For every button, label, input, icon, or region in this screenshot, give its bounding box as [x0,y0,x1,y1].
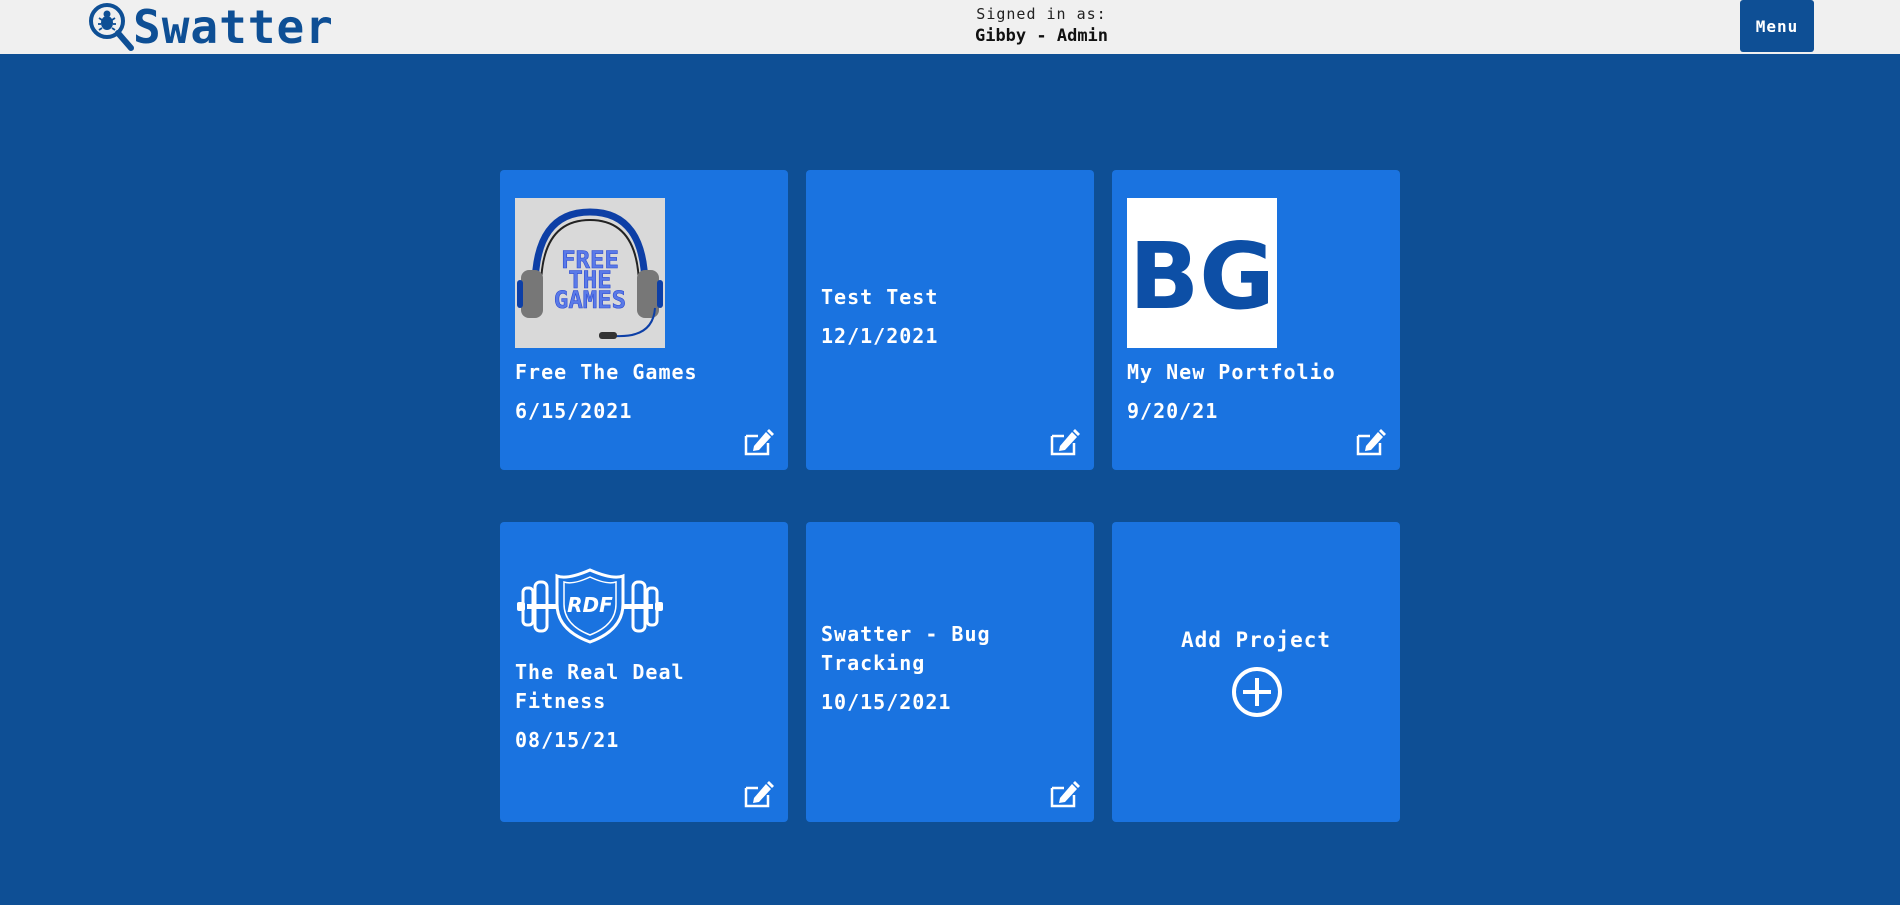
logo-lettering: GAMES [554,286,626,314]
add-project-label: Add Project [1180,628,1332,652]
logo-lettering: RDF [567,593,613,617]
project-date: 6/15/2021 [515,399,633,423]
project-date: 9/20/21 [1127,399,1219,423]
edit-icon[interactable] [1356,428,1386,456]
logo-lettering: BG [1129,223,1275,330]
project-card-free-the-games[interactable]: FREE THE GAMES Free The Games 6/15/2021 [500,170,788,470]
project-title: Test Test [821,285,939,309]
project-date: 10/15/2021 [821,690,952,714]
signed-in-label: Signed in as: [976,5,1107,23]
project-date: 12/1/2021 [821,324,939,348]
rdf-logo: RDF [517,568,663,644]
project-card-swatter-bug-tracking[interactable]: Swatter - Bug Tracking 10/15/2021 [806,522,1094,822]
project-card-test-test[interactable]: Test Test 12/1/2021 [806,170,1094,470]
project-title: Swatter - Bug Tracking [821,622,991,675]
plus-circle-icon[interactable] [1231,666,1283,718]
project-title: My New Portfolio [1127,360,1336,384]
project-title: Free The Games [515,360,698,384]
signed-in-user: Gibby - Admin [974,26,1109,46]
app-logo[interactable]: Swatter [85,0,334,54]
project-card-the-real-deal-fitness[interactable]: RDF The Real Deal Fitness 08/15/21 [500,522,788,822]
menu-button[interactable]: Menu [1740,0,1814,52]
edit-icon[interactable] [744,780,774,808]
app-name: Swatter [133,0,334,54]
edit-icon[interactable] [744,428,774,456]
free-the-games-logo: FREE THE GAMES [515,198,665,348]
bg-logo: BG [1127,198,1277,348]
project-card-my-new-portfolio[interactable]: BG My New Portfolio 9/20/21 [1112,170,1400,470]
top-navbar: Swatter Signed in as: Gibby - Admin Menu [0,0,1900,54]
add-project-card[interactable]: Add Project [1112,522,1400,822]
project-title: The Real Deal Fitness [515,660,685,713]
edit-icon[interactable] [1050,428,1080,456]
signed-in-info: Signed in as: Gibby - Admin [900,5,1183,48]
project-date: 08/15/21 [515,728,620,752]
bug-search-icon [89,3,134,51]
edit-icon[interactable] [1050,780,1080,808]
